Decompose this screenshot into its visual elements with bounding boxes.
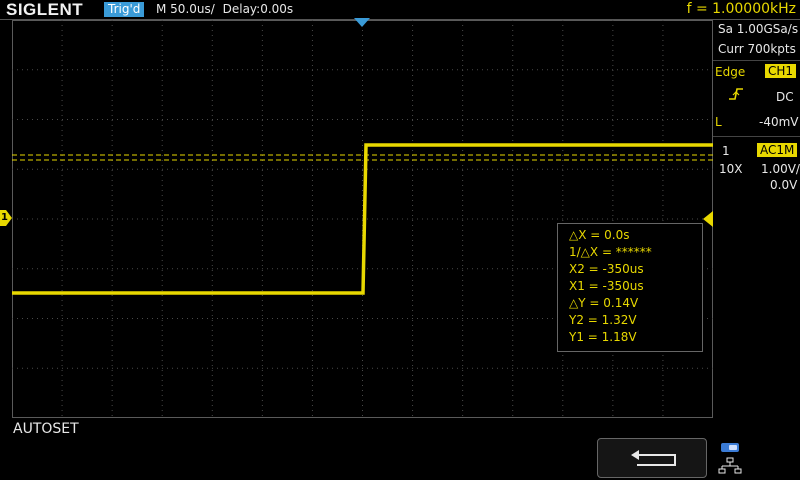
return-arrow-icon [631,450,676,466]
cursor-y1: Y1 = 1.18V [569,330,637,344]
cursor-inv-delta-x: 1/△X = ****** [569,245,652,259]
rising-edge-icon [729,88,743,100]
cursor-delta-y: △Y = 0.14V [569,296,639,310]
network-icon [718,440,744,476]
cursor-x1: X1 = -350us [569,279,644,293]
delay-value: Delay:0.00s [222,2,294,16]
frequency-counter: f = 1.00000kHz [686,1,796,17]
trigger-level-label: L [715,115,722,129]
channel1-scale: 1.00V/ [761,162,800,176]
waveform-display[interactable] [12,20,713,418]
status-bar: SIGLENT Trig'd M 50.0us/ Delay:0.00s f =… [0,0,800,19]
channel1-ground-marker[interactable]: 1 [0,210,12,226]
channel1-offset: 0.0V [770,178,798,192]
channel1-number: 1 [722,144,730,158]
side-panel: Sa 1.00GSa/s Curr 700kpts Edge CH1 DC L … [713,20,800,194]
trigger-source-badge: CH1 [765,64,797,78]
channel1-coupling-badge: AC1M [757,143,798,157]
trigger-type-label: Edge [715,65,746,79]
trigger-position-marker[interactable] [352,18,372,28]
cursor-x2: X2 = -350us [569,262,644,276]
channel1-marker-label: 1 [1,212,8,223]
menu-title: AUTOSET [13,421,79,437]
cursor-measurements: △X = 0.0s 1/△X = ****** X2 = -350us X1 =… [557,223,703,352]
sample-rate: Sa 1.00GSa/s [718,22,799,36]
channel1-probe: 10X [719,162,743,176]
trigger-level-value: -40mV [759,115,799,129]
timebase-readout[interactable]: M 50.0us/ Delay:0.00s [156,1,293,18]
menu-bar: AUTOSET [0,418,800,480]
cursor-y2: Y2 = 1.32V [569,313,637,327]
panel-divider [713,136,800,137]
trigger-coupling: DC [776,90,794,104]
panel-divider [713,60,800,61]
graticule [12,20,713,418]
brand-logo: SIGLENT [6,0,84,19]
trigger-status-badge: Trig'd [104,2,145,17]
timebase-value: M 50.0us/ [156,2,215,16]
cursor-delta-x: △X = 0.0s [569,228,630,242]
trigger-level-marker[interactable] [703,211,713,227]
memory-depth: Curr 700kpts [718,42,796,56]
back-button[interactable] [597,438,707,478]
